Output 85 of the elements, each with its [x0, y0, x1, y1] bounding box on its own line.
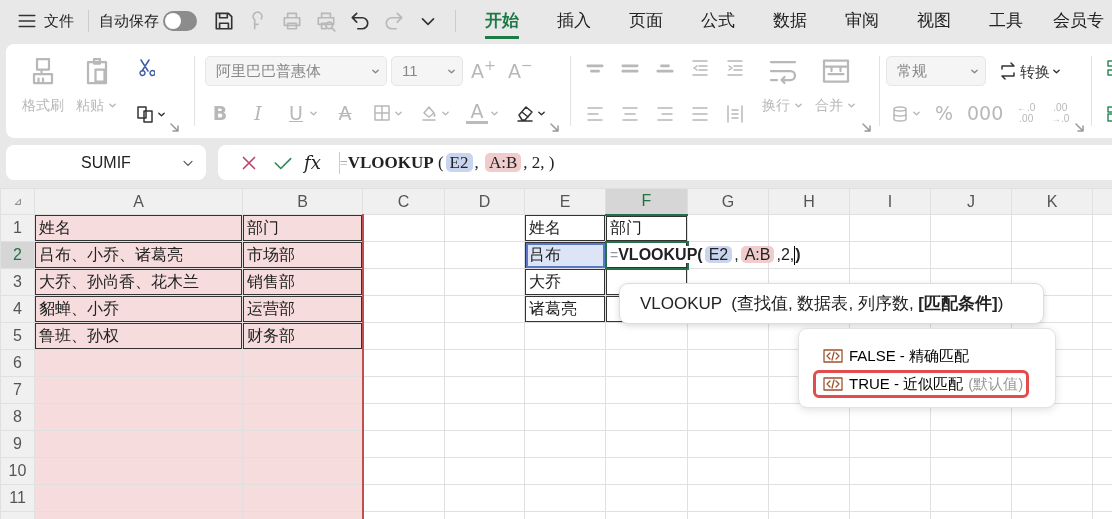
align-top-icon: [586, 63, 604, 73]
align-right-icon: [655, 104, 675, 124]
sheet-cell: 市场部: [242, 241, 363, 269]
cylinder-icon: [890, 103, 910, 124]
sheet-cell: 姓名: [524, 214, 606, 242]
indent-decrease-icon: [690, 58, 710, 78]
sheet-cell: 诸葛亮: [524, 295, 606, 323]
row-header[interactable]: 1: [0, 214, 35, 242]
tab[interactable]: 工具: [970, 0, 1042, 42]
justify-icon: [690, 104, 710, 124]
eraser-icon: [515, 103, 535, 123]
sheet-cell: 部门: [242, 214, 363, 242]
number-format-select[interactable]: 常规: [886, 56, 986, 86]
row-header[interactable]: 3: [0, 268, 35, 296]
toggle-switch[interactable]: [163, 11, 197, 31]
column-header[interactable]: D: [444, 188, 525, 215]
row-header[interactable]: 5: [0, 322, 35, 350]
tab[interactable]: 公式: [682, 0, 754, 42]
font-family-select[interactable]: 阿里巴巴普惠体: [205, 56, 387, 86]
function-button[interactable]: fx: [304, 149, 321, 176]
tab[interactable]: 页面: [610, 0, 682, 42]
column-header[interactable]: A: [34, 188, 243, 215]
column-header[interactable]: H: [768, 188, 850, 215]
row-header[interactable]: 6: [0, 349, 35, 377]
sheet-cell: 貂蝉、小乔: [34, 295, 243, 323]
launcher-icon[interactable]: [550, 123, 559, 132]
tab[interactable]: 数据: [754, 0, 826, 42]
sheet-cell: 部门: [605, 214, 688, 242]
launcher-icon[interactable]: [170, 123, 179, 132]
launcher-icon[interactable]: [862, 123, 871, 132]
align-center-icon: [620, 104, 640, 124]
sheet-cell: 销售部: [242, 268, 363, 296]
sheet-cell: 鲁班、孙权: [34, 322, 243, 350]
merge-cells-icon: [820, 56, 851, 86]
indent-increase-icon: [725, 58, 745, 78]
sheet-cell: 吕布、小乔、诸葛亮: [34, 241, 243, 269]
sheet-cell: 大乔、孙尚香、花木兰: [34, 268, 243, 296]
row-header[interactable]: 9: [0, 430, 35, 458]
tab[interactable]: 视图: [898, 0, 970, 42]
row-header[interactable]: 8: [0, 403, 35, 431]
column-header[interactable]: J: [930, 188, 1012, 215]
copy-icon: [135, 104, 155, 124]
distributed-icon: [725, 104, 745, 124]
suggestion-item[interactable]: FALSE - 精确匹配: [813, 342, 1029, 370]
row-header[interactable]: 10: [0, 457, 35, 485]
text-cursor: [794, 246, 796, 266]
tab[interactable]: 会员专: [1042, 0, 1112, 42]
swap-icon: [998, 61, 1018, 81]
column-header[interactable]: B: [242, 188, 363, 215]
undo-icon[interactable]: [349, 10, 371, 32]
sheet-cell: 吕布: [524, 241, 606, 269]
grid-icon: [372, 103, 392, 123]
function-tooltip: VLOOKUP (查找值, 数据表, 列序数, [匹配条件]): [619, 283, 1044, 324]
sheet-cell: 运营部: [242, 295, 363, 323]
autosave-label: 自动保存: [99, 10, 159, 31]
tab[interactable]: 插入: [538, 0, 610, 42]
row-header[interactable]: 2: [0, 241, 35, 269]
code-icon: [822, 346, 844, 366]
row-header[interactable]: 7: [0, 376, 35, 404]
file-menu[interactable]: 文件: [44, 9, 74, 33]
align-middle-icon: [621, 63, 639, 73]
sheet-cell: 财务部: [242, 322, 363, 350]
sheet-cell: 姓名: [34, 214, 243, 242]
tab[interactable]: 开始: [466, 0, 538, 42]
sheet-cell: 大乔: [524, 268, 606, 296]
column-header[interactable]: K: [1011, 188, 1093, 215]
tab[interactable]: 审阅: [826, 0, 898, 42]
column-header[interactable]: G: [687, 188, 769, 215]
column-header[interactable]: E: [524, 188, 606, 215]
column-header[interactable]: F: [605, 188, 688, 215]
formula-input[interactable]: =VLOOKUP ( E2 , A:B , 2, ): [339, 149, 555, 176]
code-icon: [822, 374, 844, 394]
name-box[interactable]: SUMIF: [6, 145, 206, 180]
row-header[interactable]: 4: [0, 295, 35, 323]
bucket-icon: [419, 103, 439, 123]
align-bottom-icon: [656, 63, 674, 73]
align-left-icon: [585, 104, 605, 124]
column-header[interactable]: C: [362, 188, 445, 215]
convert-button[interactable]: 转换: [994, 59, 1065, 83]
column-header[interactable]: I: [849, 188, 931, 215]
launcher-icon[interactable]: [1075, 123, 1085, 132]
cell-editor[interactable]: =VLOOKUP( E2 , A:B ,2,): [610, 246, 803, 263]
suggestion-item[interactable]: TRUE - 近似匹配 (默认值): [813, 370, 1029, 398]
save-icon[interactable]: [213, 10, 235, 32]
row-header[interactable]: 11: [0, 484, 35, 512]
